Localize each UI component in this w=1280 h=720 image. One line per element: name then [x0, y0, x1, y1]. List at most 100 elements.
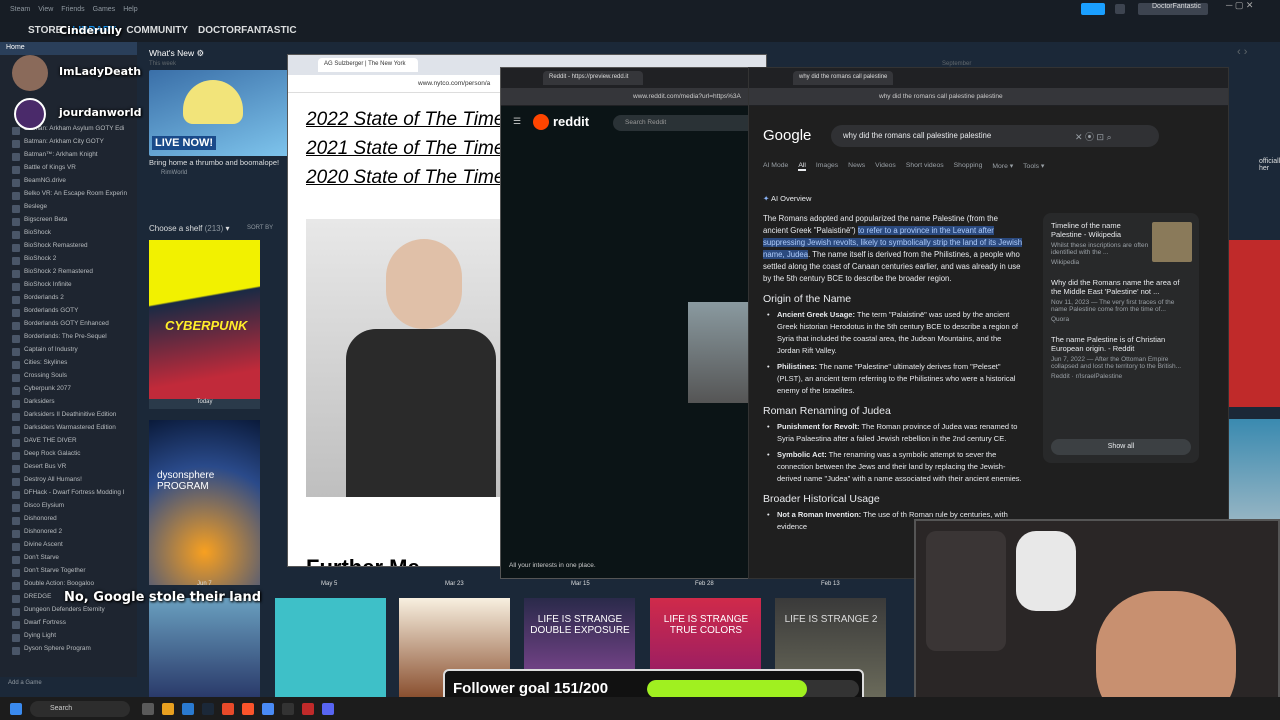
nyt-link-2021[interactable]: 2021 State of The Times	[306, 134, 514, 163]
sidebar-game-item[interactable]: DFHack - Dwarf Fortress Modding I	[0, 489, 137, 502]
tab-more[interactable]: More ▾	[992, 162, 1013, 171]
sidebar-game-item[interactable]: Dyson Sphere Program	[0, 645, 137, 658]
game-tile-cyberpunk[interactable]: CYBERPUNK	[149, 240, 260, 407]
sidebar-game-item[interactable]: DAVE THE DIVER	[0, 437, 137, 450]
notification-bell-icon[interactable]	[1115, 4, 1125, 14]
sidebar-game-item[interactable]: Divine Ascent	[0, 541, 137, 554]
chrome-icon[interactable]	[262, 702, 274, 715]
source-card-quora[interactable]: Why did the Romans name the area of the …	[1051, 278, 1191, 323]
news-thumbnail[interactable]: LIVE NOW!	[149, 70, 289, 156]
game-tile-row3-1[interactable]	[149, 598, 260, 697]
nav-profile[interactable]: DOCTORFANTASTIC	[198, 25, 297, 36]
game-tile-dyson-sphere[interactable]: dysonsphere PROGRAM	[149, 420, 260, 585]
sidebar-game-item[interactable]: BioShock Infinite	[0, 281, 137, 294]
sidebar-game-item[interactable]: Cities: Skylines	[0, 359, 137, 372]
reddit-menu-icon[interactable]: ☰	[513, 116, 521, 127]
shelf-selector[interactable]: Choose a shelf (213) ▾	[149, 224, 230, 233]
sidebar-game-item[interactable]: Captain of Industry	[0, 346, 137, 359]
game-tile-right-red[interactable]	[1227, 240, 1280, 407]
task-view-icon[interactable]	[142, 702, 154, 715]
windows-start-icon[interactable]	[10, 702, 22, 715]
sidebar-game-item[interactable]: BioShock 2	[0, 255, 137, 268]
sidebar-game-item[interactable]: Deep Rock Galactic	[0, 450, 137, 463]
tab-shopping[interactable]: Shopping	[954, 162, 983, 171]
sidebar-game-item[interactable]: Desert Bus VR	[0, 463, 137, 476]
sidebar-game-item[interactable]: Darksiders	[0, 398, 137, 411]
nyt-link-2022[interactable]: 2022 State of The Times	[306, 105, 514, 134]
reddit-tab[interactable]: Reddit - https://preview.redd.it	[543, 71, 643, 85]
nyt-link-2020[interactable]: 2020 State of The Times	[306, 163, 514, 192]
reddit-media-image[interactable]	[688, 302, 750, 403]
terminal-icon[interactable]	[282, 702, 294, 715]
google-url-bar[interactable]: why did the romans call palestine palest…	[749, 88, 1228, 106]
sidebar-game-item[interactable]: Beslege	[0, 203, 137, 216]
steam-menu-view[interactable]: View	[38, 6, 53, 13]
recorder-icon[interactable]	[302, 702, 314, 715]
file-explorer-icon[interactable]	[162, 702, 174, 715]
sort-by-label[interactable]: SORT BY	[247, 225, 273, 231]
tab-videos[interactable]: Videos	[875, 162, 896, 171]
taskbar-search[interactable]: Search	[30, 700, 130, 717]
steam-menu-friends[interactable]: Friends	[61, 6, 84, 13]
add-game-button[interactable]: Add a Game	[8, 680, 42, 686]
sidebar-game-item[interactable]: Cyberpunk 2077	[0, 385, 137, 398]
brave-icon[interactable]	[242, 702, 254, 715]
steam-menu-steam[interactable]: Steam	[10, 6, 30, 13]
sidebar-game-item[interactable]: Dying Light	[0, 632, 137, 645]
tab-news[interactable]: News	[848, 162, 865, 171]
news-caption[interactable]: Bring home a thrumbo and boomalope!	[149, 158, 279, 167]
steam-menu-games[interactable]: Games	[93, 6, 116, 13]
sidebar-game-item[interactable]: Dwarf Fortress	[0, 619, 137, 632]
google-tab[interactable]: why did the romans call palestine	[793, 71, 893, 85]
sidebar-game-item[interactable]: BioShock Remastered	[0, 242, 137, 255]
nav-store[interactable]: STORE	[28, 25, 62, 36]
tab-all[interactable]: All	[798, 162, 806, 171]
tab-ai-mode[interactable]: AI Mode	[763, 162, 788, 171]
sidebar-game-item[interactable]: BioShock	[0, 229, 137, 242]
source-card-reddit[interactable]: The name Palestine is of Christian Europ…	[1051, 335, 1191, 380]
source-card-wikipedia[interactable]: Timeline of the name Palestine - Wikiped…	[1051, 221, 1149, 266]
tab-short-videos[interactable]: Short videos	[906, 162, 944, 171]
sidebar-game-item[interactable]: BeamNG.drive	[0, 177, 137, 190]
edge-icon[interactable]	[182, 702, 194, 715]
reddit-wordmark[interactable]: reddit	[553, 114, 589, 129]
show-all-button[interactable]: Show all	[1051, 439, 1191, 455]
sidebar-game-item[interactable]: Dishonored 2	[0, 528, 137, 541]
game-tile-row3-2[interactable]	[275, 598, 386, 697]
reddit-logo-icon[interactable]	[533, 114, 549, 130]
sidebar-game-item[interactable]: Destroy All Humans!	[0, 476, 137, 489]
sidebar-game-item[interactable]: Disco Elysium	[0, 502, 137, 515]
sidebar-game-item[interactable]: Darksiders II Deathinitive Edition	[0, 411, 137, 424]
carousel-arrows[interactable]: ‹ ›	[1237, 46, 1247, 58]
window-controls[interactable]: ─ ▢ ✕	[1226, 0, 1253, 11]
sidebar-game-item[interactable]: Borderlands: The Pre-Sequel	[0, 333, 137, 346]
sidebar-game-item[interactable]: Borderlands GOTY Enhanced	[0, 320, 137, 333]
google-logo[interactable]: Google	[763, 127, 811, 144]
sidebar-game-item[interactable]: Batman™: Arkham Knight	[0, 151, 137, 164]
sidebar-game-item[interactable]: Battle of Kings VR	[0, 164, 137, 177]
nyt-tab[interactable]: AG Sulzberger | The New York	[318, 58, 418, 72]
steam-icon[interactable]	[202, 702, 214, 715]
sidebar-home[interactable]: Home	[0, 42, 137, 55]
tab-images[interactable]: Images	[816, 162, 838, 171]
sidebar-game-item[interactable]: Borderlands 2	[0, 294, 137, 307]
user-menu[interactable]: DoctorFantastic	[1138, 3, 1208, 15]
steam-menu-help[interactable]: Help	[123, 6, 137, 13]
tab-tools[interactable]: Tools ▾	[1023, 162, 1044, 171]
reddit-url-bar[interactable]: www.reddit.com/media?url=https%3A	[501, 88, 779, 106]
sidebar-game-item[interactable]: Belko VR: An Escape Room Experin	[0, 190, 137, 203]
broadcast-icon[interactable]	[1081, 3, 1105, 15]
sidebar-game-item[interactable]: Dishonored	[0, 515, 137, 528]
sidebar-game-item[interactable]: Crossing Souls	[0, 372, 137, 385]
discord-icon[interactable]	[322, 702, 334, 715]
sidebar-game-item[interactable]: Dungeon Defenders Eternity	[0, 606, 137, 619]
sidebar-game-item[interactable]: Don't Starve Together	[0, 567, 137, 580]
sidebar-game-item[interactable]: Batman: Arkham City GOTY	[0, 138, 137, 151]
sidebar-game-item[interactable]: Don't Starve	[0, 554, 137, 567]
sidebar-game-item[interactable]: Darksiders Warmastered Edition	[0, 424, 137, 437]
firefox-icon[interactable]	[222, 702, 234, 715]
nav-community[interactable]: COMMUNITY	[126, 25, 188, 36]
sidebar-game-item[interactable]: Bigscreen Beta	[0, 216, 137, 229]
search-tools-icons[interactable]: ✕ ⦿ ⊡ ⌕	[1075, 130, 1112, 143]
sidebar-game-item[interactable]: BioShock 2 Remastered	[0, 268, 137, 281]
